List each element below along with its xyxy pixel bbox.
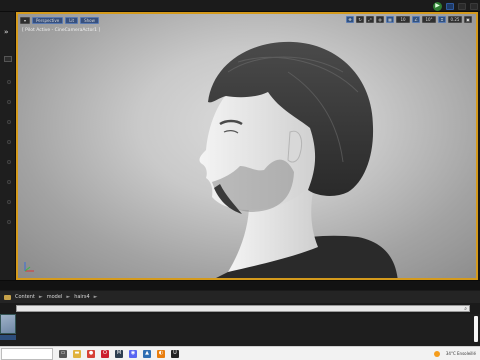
panel-dot-icon[interactable] <box>7 180 11 184</box>
perspective-button[interactable]: Perspective <box>32 16 64 24</box>
panel-dot-icon[interactable] <box>7 200 11 204</box>
left-side-panel: » <box>0 12 16 284</box>
character-render <box>199 41 398 278</box>
panel-dot-icon[interactable] <box>7 100 11 104</box>
scale-snap-icon[interactable]: ⌗ <box>438 16 446 23</box>
scale-size-button[interactable]: 0.25 <box>448 16 462 23</box>
weather-icon[interactable] <box>433 350 440 357</box>
status-strip <box>0 280 480 290</box>
search-icon: ⌕ <box>464 306 467 312</box>
rotation-snap-icon[interactable]: ∠ <box>412 16 420 23</box>
top-button-3[interactable] <box>470 2 478 10</box>
camera-speed-icon[interactable]: ▣ <box>464 16 472 23</box>
panel-toggle-icon[interactable] <box>4 56 12 62</box>
breadcrumb-separator-icon: ► <box>66 294 71 300</box>
viewport-options-button[interactable]: ▾ <box>20 16 31 24</box>
breadcrumb: Content ► model ► hairs4 ► <box>0 291 480 303</box>
rotation-size-button[interactable]: 10° <box>422 16 436 23</box>
asset-thumbnail[interactable] <box>0 314 16 334</box>
marmoset-icon[interactable]: M <box>115 349 123 358</box>
breadcrumb-model[interactable]: model <box>47 294 63 300</box>
photo-icon[interactable]: ▲ <box>143 349 151 358</box>
taskbar-apps: ▭ ▬ ● O M ◉ ▲ ◐ U <box>59 349 179 358</box>
asset-search-input[interactable]: ⌕ <box>16 305 470 312</box>
grid-size-button[interactable]: 10 <box>396 16 410 23</box>
transform-tools: ✥ ↻ ⤢ ◍ ▦ 10 ∠ 10° ⌗ 0.25 ▣ <box>346 16 472 23</box>
top-menu-bar: ▶ <box>0 0 480 12</box>
opera-icon[interactable]: O <box>101 349 109 358</box>
breadcrumb-content[interactable]: Content <box>15 294 35 300</box>
asset-grid <box>0 314 480 346</box>
weather-text[interactable]: 34°C Ensoleillé <box>446 351 476 356</box>
scrollbar[interactable] <box>474 316 478 342</box>
chevron-down-icon: ▾ <box>24 17 27 23</box>
breadcrumb-separator-icon: ► <box>38 294 43 300</box>
axis-gizmo-icon <box>24 262 34 272</box>
unreal-icon[interactable]: U <box>171 349 179 358</box>
level-viewport[interactable]: ▾ Perspective Lit Show ✥ ↻ ⤢ ◍ ▦ 10 ∠ 10… <box>16 12 478 280</box>
expand-panel-icon[interactable]: » <box>4 28 9 36</box>
show-button[interactable]: Show <box>80 16 99 24</box>
breadcrumb-separator-icon: ► <box>93 294 98 300</box>
lit-button[interactable]: Lit <box>65 16 79 24</box>
top-button-1[interactable] <box>446 2 454 10</box>
taskbar: ▭ ▬ ● O M ◉ ▲ ◐ U 34°C Ensoleillé <box>0 346 480 360</box>
panel-dot-icon[interactable] <box>7 80 11 84</box>
play-circle-icon[interactable]: ▶ <box>433 1 442 11</box>
content-browser: Content ► model ► hairs4 ► ⌕ <box>0 290 480 346</box>
show-label: Show <box>84 17 95 23</box>
asset-caption <box>0 335 16 340</box>
top-button-2[interactable] <box>458 2 466 10</box>
scale-tool-icon[interactable]: ⤢ <box>366 16 374 23</box>
panel-dot-icon[interactable] <box>7 120 11 124</box>
lit-label: Lit <box>69 17 75 23</box>
system-tray: 34°C Ensoleillé <box>433 350 480 357</box>
rotate-tool-icon[interactable]: ↻ <box>356 16 364 23</box>
discord-icon[interactable]: ◉ <box>129 349 137 358</box>
chrome-icon[interactable]: ● <box>87 349 95 358</box>
blender-icon[interactable]: ◐ <box>157 349 165 358</box>
pilot-camera-label: [ Pilot Active - CineCameraActor1 ] <box>22 28 101 33</box>
panel-dot-icon[interactable] <box>7 140 11 144</box>
taskbar-search-input[interactable] <box>1 347 53 360</box>
perspective-label: Perspective <box>36 17 60 23</box>
file-explorer-icon[interactable]: ▬ <box>73 349 81 358</box>
breadcrumb-hairs4[interactable]: hairs4 <box>74 294 89 300</box>
folder-icon <box>4 294 11 300</box>
grid-snap-icon[interactable]: ▦ <box>386 16 394 23</box>
task-view-icon[interactable]: ▭ <box>59 349 67 358</box>
panel-dot-icon[interactable] <box>7 160 11 164</box>
translate-tool-icon[interactable]: ✥ <box>346 16 354 23</box>
top-right-controls: ▶ <box>433 1 480 11</box>
panel-dot-icon[interactable] <box>7 220 11 224</box>
world-space-icon[interactable]: ◍ <box>376 16 384 23</box>
